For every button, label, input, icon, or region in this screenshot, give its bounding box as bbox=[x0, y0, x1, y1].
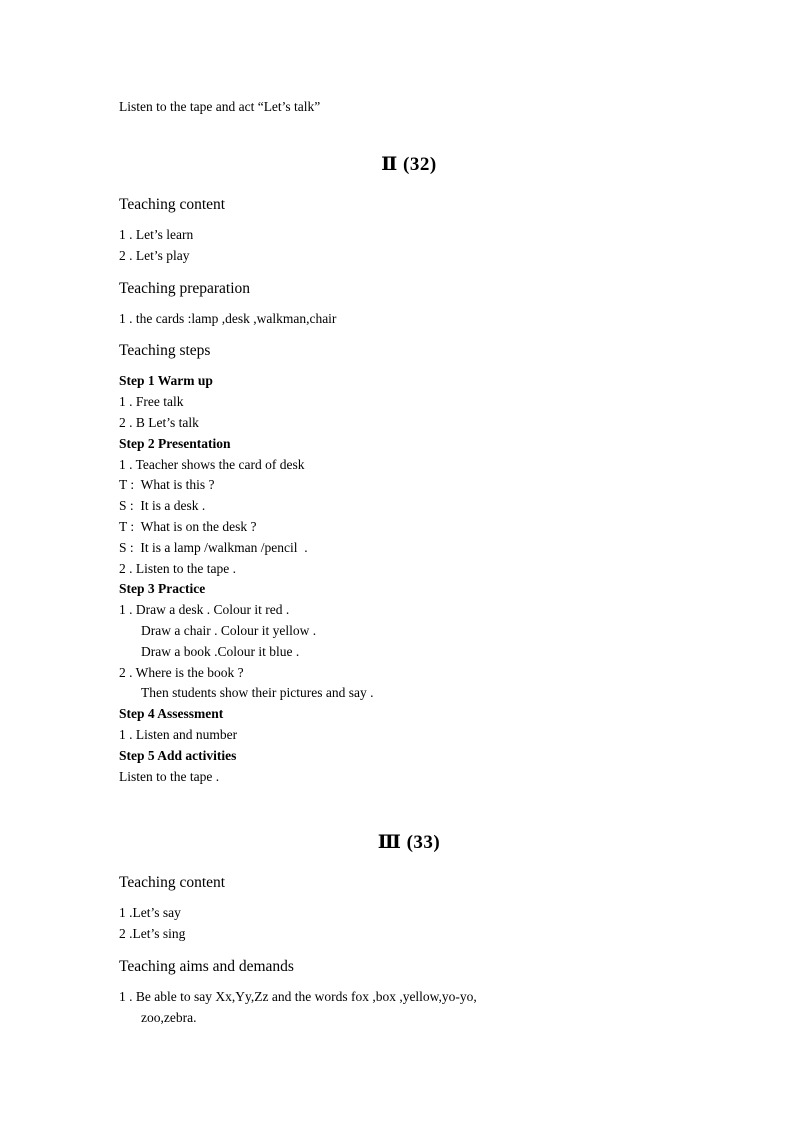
step-line: Draw a book .Colour it blue . bbox=[141, 643, 300, 659]
step-line: Then students show their pictures and sa… bbox=[141, 685, 374, 701]
step-line: Draw a chair . Colour it yellow . bbox=[141, 622, 317, 638]
heading-teaching-steps: Teaching steps bbox=[119, 342, 211, 360]
step-label: Step 4 Assessment bbox=[119, 706, 224, 722]
step-line: 2 . Listen to the tape . bbox=[119, 560, 236, 576]
step-line: 1 . Teacher shows the card of desk bbox=[119, 456, 305, 472]
document-content: Listen to the tape and act “Let’s talk” … bbox=[119, 98, 679, 1029]
heading-teaching-content-2: Teaching content bbox=[119, 196, 226, 213]
aims-line: zoo,zebra. bbox=[141, 1009, 197, 1025]
heading-teaching-preparation: Teaching preparation bbox=[119, 279, 251, 297]
step-label: Step 5 Add activities bbox=[119, 747, 237, 763]
heading-teaching-aims: Teaching aims and demands bbox=[119, 957, 294, 975]
document-page: Listen to the tape and act “Let’s talk” … bbox=[0, 0, 794, 1123]
step-line: 2 . Where is the book ? bbox=[119, 664, 244, 680]
step-line: 1 . Free talk bbox=[119, 394, 184, 410]
step-line: 2 . B Let’s talk bbox=[119, 414, 199, 430]
section-title-2: Ⅱ (32) bbox=[381, 154, 437, 175]
aims-line: 1 . Be able to say Xx,Yy,Zz and the word… bbox=[119, 988, 477, 1004]
step-line: 1 . Draw a desk . Colour it red . bbox=[119, 602, 290, 618]
list-item: 1 . Let’s learn bbox=[119, 227, 194, 242]
step-line: 1 . Listen and number bbox=[119, 726, 238, 742]
step-line: S : It is a lamp /walkman /pencil . bbox=[119, 539, 308, 555]
intro-line: Listen to the tape and act “Let’s talk” bbox=[119, 99, 321, 114]
step-label: Step 1 Warm up bbox=[119, 373, 213, 389]
heading-teaching-content-3: Teaching content bbox=[119, 874, 226, 892]
step-line: S : It is a desk . bbox=[119, 498, 206, 514]
section-title-3: Ⅲ (33) bbox=[377, 832, 441, 854]
step-line: T : What is on the desk ? bbox=[119, 518, 257, 534]
step-label: Step 2 Presentation bbox=[119, 435, 231, 451]
list-item: 2 . Let’s play bbox=[119, 247, 190, 263]
step-line: T : What is this ? bbox=[119, 477, 215, 493]
step-line: Listen to the tape . bbox=[119, 768, 220, 784]
step-label: Step 3 Practice bbox=[119, 581, 206, 597]
list-item: 1 . the cards :lamp ,desk ,walkman,chair bbox=[119, 310, 337, 326]
list-item: 1 .Let’s say bbox=[119, 905, 181, 921]
list-item: 2 .Let’s sing bbox=[119, 926, 186, 942]
